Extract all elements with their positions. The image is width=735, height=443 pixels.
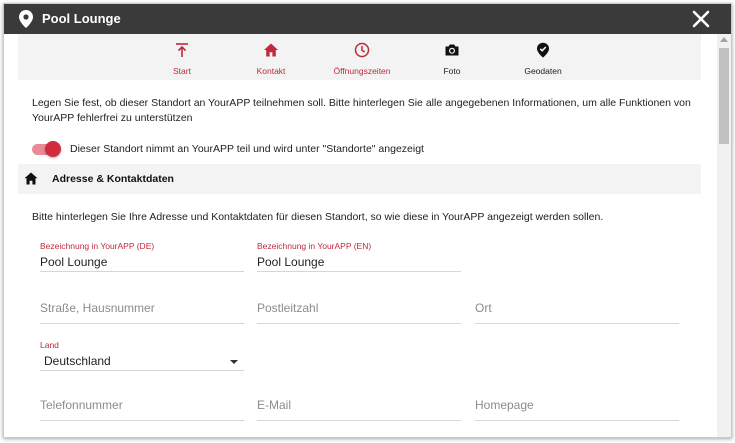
home-icon [264,43,278,57]
location-dialog: Pool Lounge Start Kontakt Öffnungszeiten… [3,3,732,438]
country-select[interactable]: Land Deutschland [40,340,244,371]
city-field [475,293,679,324]
name-de-label: Bezeichnung in YourAPP (DE) [40,241,155,251]
name-en-label: Bezeichnung in YourAPP (EN) [257,241,372,251]
nav-item-kontakt[interactable]: Kontakt [226,34,316,80]
toggle-knob [45,141,61,157]
chevron-down-icon [230,360,238,364]
section-header-address: Adresse & Kontaktdaten [18,164,701,194]
street-field [40,293,244,324]
phone-field [40,390,244,421]
homepage-input[interactable] [475,398,675,412]
homepage-field [475,390,679,421]
home-icon [24,172,38,185]
name-en-field[interactable]: Bezeichnung in YourAPP (EN) Pool Lounge [257,241,461,272]
email-field [257,390,461,421]
nav-item-start[interactable]: Start [137,34,227,80]
zip-field [257,293,461,324]
nav-item-geodaten[interactable]: Geodaten [498,34,588,80]
dialog-content: Start Kontakt Öffnungszeiten Foto Geodat… [4,34,717,437]
title-bar: Pool Lounge [4,4,731,34]
intro-text: Legen Sie fest, ob dieser Standort an Yo… [32,97,691,124]
arrow-up-to-top-icon [176,43,188,57]
section-description: Bitte hinterlegen Sie Ihre Adresse und K… [32,211,604,223]
email-input[interactable] [257,398,457,412]
nav-label-kontakt: Kontakt [256,66,286,76]
dialog-title: Pool Lounge [42,11,121,26]
zip-input[interactable] [257,301,457,315]
name-de-value: Pool Lounge [40,255,108,269]
nav-item-foto[interactable]: Foto [407,34,497,80]
location-check-icon [537,42,549,58]
nav-label-geodaten: Geodaten [524,66,562,76]
country-value: Deutschland [44,354,111,368]
vertical-scrollbar[interactable] [717,34,731,437]
street-input[interactable] [40,301,240,315]
camera-icon [445,44,459,56]
city-input[interactable] [475,301,675,315]
name-de-field[interactable]: Bezeichnung in YourAPP (DE) Pool Lounge [40,241,244,272]
nav-label-oeffnungszeiten: Öffnungszeiten [333,66,391,76]
clock-icon [354,42,370,58]
close-icon[interactable] [690,8,712,30]
nav-label-foto: Foto [443,66,461,76]
section-title: Adresse & Kontaktdaten [52,173,174,185]
name-en-value: Pool Lounge [257,255,325,269]
phone-input[interactable] [40,398,240,412]
participation-toggle[interactable] [32,140,62,158]
scrollbar-thumb[interactable] [719,48,729,144]
nav-item-oeffnungszeiten[interactable]: Öffnungszeiten [317,34,407,80]
scroll-up-arrow-icon[interactable] [720,37,728,42]
country-label: Land [40,340,59,350]
participation-toggle-label: Dieser Standort nimmt an YourAPP teil un… [70,143,424,155]
map-pin-icon [19,10,33,28]
section-nav: Start Kontakt Öffnungszeiten Foto Geodat… [18,34,701,80]
nav-label-start: Start [173,66,191,76]
